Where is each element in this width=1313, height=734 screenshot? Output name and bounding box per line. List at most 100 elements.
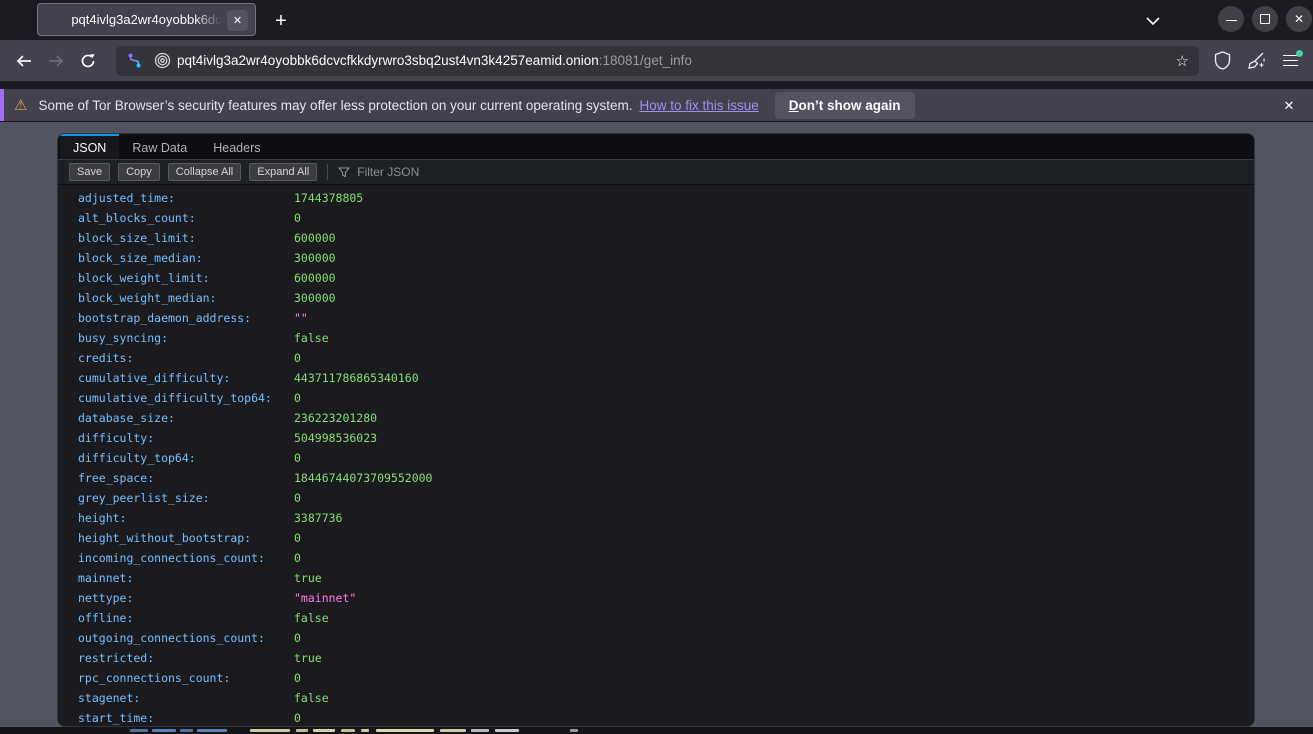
reload-button[interactable] <box>72 46 104 76</box>
json-value: 3387736 <box>294 511 342 525</box>
json-row: cumulative_difficulty_top64:0 <box>58 388 1254 408</box>
json-key: busy_syncing: <box>78 331 294 345</box>
clipped-text-fragment <box>471 729 489 732</box>
json-value: "mainnet" <box>294 591 356 605</box>
list-all-tabs-button[interactable] <box>1140 8 1166 34</box>
json-key: cumulative_difficulty_top64: <box>78 391 294 405</box>
json-value: 0 <box>294 491 301 505</box>
tab-headers[interactable]: Headers <box>200 134 273 159</box>
json-row: block_size_limit:600000 <box>58 228 1254 248</box>
json-value: 0 <box>294 551 301 565</box>
tab-title: pqt4ivlg3a2wr4oyobbk6dc <box>71 12 221 27</box>
button-accesskey: D <box>789 98 799 113</box>
json-key: height_without_bootstrap: <box>78 531 294 545</box>
json-row: block_weight_limit:600000 <box>58 268 1254 288</box>
json-key: block_weight_limit: <box>78 271 294 285</box>
json-key: bootstrap_daemon_address: <box>78 311 294 325</box>
shield-button[interactable] <box>1205 46 1239 76</box>
forward-icon <box>48 54 64 68</box>
json-row: mainnet:true <box>58 568 1254 588</box>
new-identity-button[interactable] <box>1239 46 1273 76</box>
json-value: 1744378805 <box>294 191 363 205</box>
json-key: nettype: <box>78 591 294 605</box>
json-key: rpc_connections_count: <box>78 671 294 685</box>
reload-icon <box>80 53 96 69</box>
broom-icon <box>1247 51 1266 70</box>
json-row: incoming_connections_count:0 <box>58 548 1254 568</box>
json-key: height: <box>78 511 294 525</box>
filter-funnel-icon <box>338 167 350 178</box>
maximize-button[interactable] <box>1252 6 1278 32</box>
json-value: false <box>294 691 329 705</box>
plus-icon: + <box>275 10 287 33</box>
filter-json-input[interactable] <box>357 165 777 179</box>
json-value: false <box>294 611 329 625</box>
tab-json[interactable]: JSON <box>60 134 119 159</box>
json-key: alt_blocks_count: <box>78 211 294 225</box>
how-to-fix-link[interactable]: How to fix this issue <box>639 98 758 113</box>
json-key: credits: <box>78 351 294 365</box>
save-button[interactable]: Save <box>69 163 110 181</box>
clipped-text-fragment <box>130 729 148 732</box>
bookmark-star-icon[interactable]: ☆ <box>1176 52 1189 70</box>
json-value: 0 <box>294 211 301 225</box>
json-row: free_space:18446744073709552000 <box>58 468 1254 488</box>
minimize-button[interactable] <box>1218 6 1244 32</box>
json-key: free_space: <box>78 471 294 485</box>
collapse-all-button[interactable]: Collapse All <box>168 163 241 181</box>
json-key: restricted: <box>78 651 294 665</box>
json-value: 0 <box>294 671 301 685</box>
json-value: 0 <box>294 391 301 405</box>
clipped-text-fragment <box>440 729 466 732</box>
tab-raw-data[interactable]: Raw Data <box>119 134 200 159</box>
forward-button[interactable] <box>40 46 72 76</box>
json-row: database_size:236223201280 <box>58 408 1254 428</box>
tab-close-icon[interactable]: ✕ <box>227 10 248 31</box>
browser-window: pqt4ivlg3a2wr4oyobbk6dc ✕ + ✕ <box>0 0 1313 734</box>
security-warning-banner: ⚠ Some of Tor Browser’s security feature… <box>0 89 1313 122</box>
letterbox-margin: JSON Raw Data Headers Save Copy Collapse… <box>0 122 1313 727</box>
json-key: block_size_median: <box>78 251 294 265</box>
json-row: rpc_connections_count:0 <box>58 668 1254 688</box>
clipped-text-fragment <box>361 729 369 732</box>
json-value: 0 <box>294 351 301 365</box>
json-key: stagenet: <box>78 691 294 705</box>
menu-button[interactable] <box>1273 46 1307 76</box>
active-tab[interactable]: pqt4ivlg3a2wr4oyobbk6dc ✕ <box>37 3 256 36</box>
json-key: start_time: <box>78 711 294 725</box>
json-key: incoming_connections_count: <box>78 551 294 565</box>
shield-icon <box>1214 51 1231 70</box>
background-window-strip <box>0 727 1313 734</box>
json-value: 443711786865340160 <box>294 371 419 385</box>
json-viewer-panel: JSON Raw Data Headers Save Copy Collapse… <box>57 133 1255 727</box>
banner-close-icon[interactable]: ✕ <box>1279 96 1299 116</box>
clipped-text-fragment <box>495 729 519 732</box>
json-value: 300000 <box>294 251 336 265</box>
json-value: 0 <box>294 711 301 725</box>
json-value: 0 <box>294 451 301 465</box>
json-value: 18446744073709552000 <box>294 471 432 485</box>
url-port-path: :18081/get_info <box>599 53 692 68</box>
minimize-icon <box>1226 20 1237 21</box>
maximize-icon <box>1260 14 1270 24</box>
url-bar[interactable]: pqt4ivlg3a2wr4oyobbk6dcvcfkkdyrwro3sbq2u… <box>116 46 1199 76</box>
clipped-text-fragment <box>197 729 227 732</box>
chevron-down-icon <box>1146 17 1160 25</box>
window-close-button[interactable]: ✕ <box>1286 6 1312 32</box>
json-value: false <box>294 331 329 345</box>
warning-icon: ⚠ <box>14 96 27 114</box>
json-value: "" <box>294 311 308 325</box>
back-icon <box>16 54 32 68</box>
back-button[interactable] <box>8 46 40 76</box>
expand-all-button[interactable]: Expand All <box>249 163 317 181</box>
dont-show-again-button[interactable]: Don’t show again <box>775 92 915 119</box>
json-row: difficulty_top64:0 <box>58 448 1254 468</box>
json-row: alt_blocks_count:0 <box>58 208 1254 228</box>
copy-button[interactable]: Copy <box>118 163 160 181</box>
tab-strip: pqt4ivlg3a2wr4oyobbk6dc ✕ + ✕ <box>0 0 1313 40</box>
new-tab-button[interactable]: + <box>268 8 294 34</box>
json-viewer-toolbar: Save Copy Collapse All Expand All <box>58 160 1254 185</box>
update-available-dot <box>1296 50 1303 57</box>
clipped-text-fragment <box>570 729 578 732</box>
json-key: grey_peerlist_size: <box>78 491 294 505</box>
